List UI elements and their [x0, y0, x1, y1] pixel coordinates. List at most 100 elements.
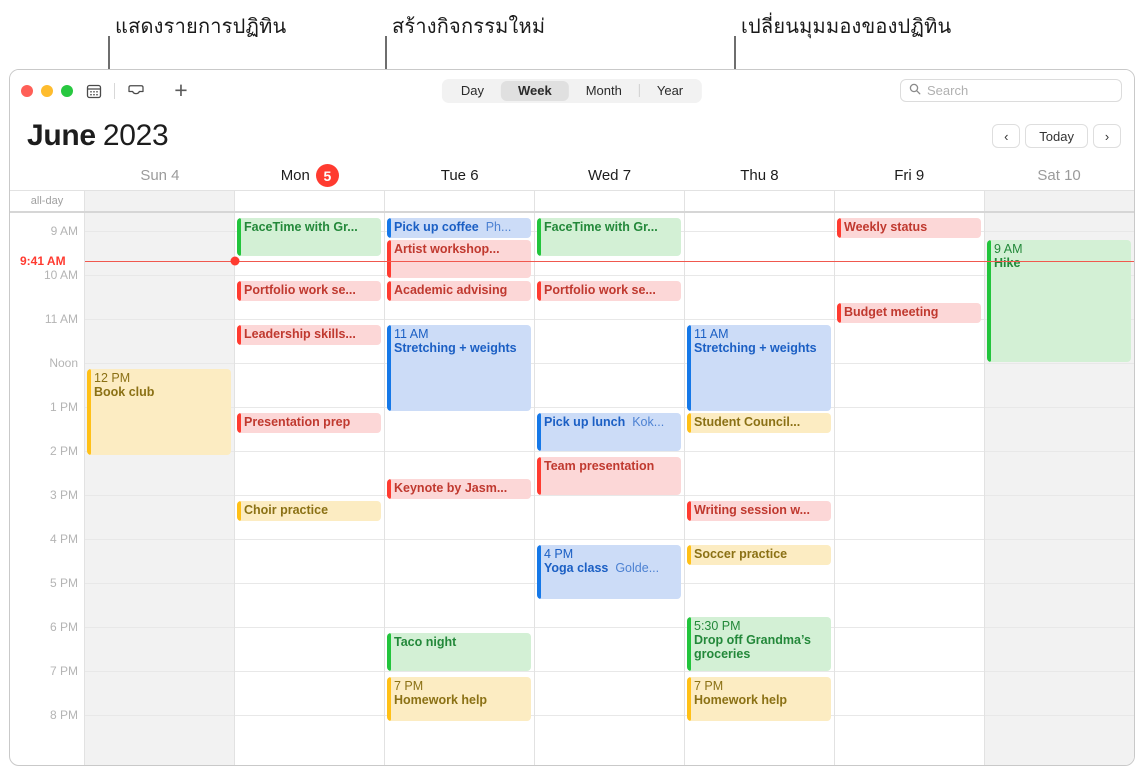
calendar-event[interactable]: 5:30 PM Drop off Grandma’s groceries [687, 617, 831, 671]
time-label-10: 7 PM [49, 664, 78, 678]
day-column-0[interactable]: 12 PM Book club [85, 213, 235, 765]
time-label-5: 2 PM [49, 444, 78, 458]
hour-gridline [85, 495, 234, 496]
calendar-event[interactable]: Student Council... [687, 413, 831, 433]
calendar-event[interactable]: Artist workshop... [387, 240, 531, 278]
hour-gridline [685, 319, 834, 320]
today-date-badge: 5 [315, 164, 339, 187]
event-title: Keynote by Jasm... [394, 481, 508, 495]
hour-gridline [535, 451, 684, 452]
day-column-6[interactable]: 9 AM Hike [985, 213, 1134, 765]
calendar-event[interactable]: 9 AM Hike [987, 240, 1131, 362]
calendar-event[interactable]: Writing session w... [687, 501, 831, 521]
hour-gridline [85, 319, 234, 320]
all-day-cell-5[interactable] [835, 191, 985, 211]
all-day-cell-2[interactable] [385, 191, 535, 211]
event-title: Yoga class [544, 561, 609, 575]
calendar-event[interactable]: 11 AM Stretching + weights [387, 325, 531, 411]
next-week-button[interactable]: › [1093, 124, 1121, 148]
event-time: 11 AM [394, 327, 429, 341]
day-column-5[interactable]: Weekly status Budget meeting [835, 213, 985, 765]
calendar-event[interactable]: Pick up lunch Kok... [537, 413, 681, 451]
calendar-event[interactable]: Soccer practice [687, 545, 831, 565]
current-time-dot [230, 256, 240, 266]
event-title: Artist workshop... [394, 242, 500, 256]
day-column-2[interactable]: Pick up coffee Ph... Artist workshop... Ac… [385, 213, 535, 765]
time-label-7: 4 PM [49, 532, 78, 546]
calendar-event[interactable]: Portfolio work se... [537, 281, 681, 301]
event-title: Drop off Grandma’s groceries [694, 633, 811, 661]
hour-gridline [835, 275, 984, 276]
inbox-icon[interactable] [123, 78, 149, 104]
calendar-event[interactable]: Academic advising [387, 281, 531, 301]
tab-year[interactable]: Year [640, 81, 700, 101]
event-title: Soccer practice [694, 547, 788, 561]
hour-gridline [85, 627, 234, 628]
year-label: 2023 [102, 119, 169, 152]
calendar-event[interactable]: FaceTime with Gr... [237, 218, 381, 256]
event-location: Ph... [478, 220, 512, 234]
hour-gridline [385, 583, 534, 584]
minimize-button[interactable] [41, 84, 53, 97]
event-time: 11 AM [694, 327, 729, 341]
hour-gridline [535, 627, 684, 628]
all-day-cell-4[interactable] [685, 191, 835, 211]
add-event-button[interactable]: + [171, 79, 191, 102]
calendar-event[interactable]: 12 PM Book club [87, 369, 231, 455]
calendar-event[interactable]: Weekly status [837, 218, 981, 238]
event-title: Student Council... [694, 415, 801, 429]
previous-week-button[interactable]: ‹ [992, 124, 1021, 148]
calendar-event[interactable]: Pick up coffee Ph... [387, 218, 531, 238]
calendar-event[interactable]: Team presentation [537, 457, 681, 495]
calendar-event[interactable]: 7 PM Homework help [387, 677, 531, 721]
tab-day[interactable]: Day [444, 81, 501, 101]
day-column-4[interactable]: 11 AM Stretching + weights Student Council… [685, 213, 835, 765]
all-day-cell-1[interactable] [235, 191, 385, 211]
hour-gridline [385, 451, 534, 452]
close-button[interactable] [21, 84, 33, 97]
day-header-2[interactable]: Tue 6 [385, 161, 535, 190]
calendar-event[interactable]: Portfolio work se... [237, 281, 381, 301]
calendar-event[interactable]: Presentation prep [237, 413, 381, 433]
calendar-event[interactable]: 7 PM Homework help [687, 677, 831, 721]
hour-gridline [985, 451, 1134, 452]
search-input[interactable]: Search [900, 79, 1122, 102]
day-header-4[interactable]: Thu 8 [684, 161, 834, 190]
month-label: June [27, 119, 96, 152]
day-column-3[interactable]: FaceTime with Gr... Portfolio work se... P… [535, 213, 685, 765]
time-label-8: 5 PM [49, 576, 78, 590]
calendar-icon[interactable] [81, 78, 107, 104]
day-header-label: Mon [280, 167, 310, 184]
all-day-cell-6[interactable] [985, 191, 1134, 211]
zoom-button[interactable] [61, 84, 73, 97]
calendar-event[interactable]: Taco night [387, 633, 531, 671]
all-day-cell-0[interactable] [85, 191, 235, 211]
hour-gridline [685, 539, 834, 540]
calendar-event[interactable]: Keynote by Jasm... [387, 479, 531, 499]
time-label-2: 11 AM [44, 312, 78, 326]
calendar-event[interactable]: 4 PM Yoga class Golde... [537, 545, 681, 599]
calendar-event[interactable]: Leadership skills... [237, 325, 381, 345]
calendar-event[interactable]: FaceTime with Gr... [537, 218, 681, 256]
event-title: Portfolio work se... [544, 283, 656, 297]
tab-month[interactable]: Month [569, 81, 639, 101]
time-label-1: 10 AM [43, 268, 78, 282]
hour-gridline [535, 319, 684, 320]
event-title: Book club [94, 385, 155, 399]
day-header-1[interactable]: Mon 5 [235, 161, 385, 190]
today-button[interactable]: Today [1025, 124, 1088, 148]
tab-week[interactable]: Week [500, 80, 569, 101]
day-header-0[interactable]: Sun 4 [85, 161, 235, 190]
day-header-6[interactable]: Sat 10 [984, 161, 1134, 190]
hour-gridline [535, 715, 684, 716]
calendar-event[interactable]: Budget meeting [837, 303, 981, 323]
day-header-5[interactable]: Fri 9 [834, 161, 984, 190]
callout-annotations: แสดงรายการปฏิทิน สร้างกิจกรรมใหม่ เปลี่ย… [0, 0, 1144, 89]
event-time: 5:30 PM [694, 619, 741, 633]
all-day-cell-3[interactable] [535, 191, 685, 211]
day-header-3[interactable]: Wed 7 [535, 161, 685, 190]
calendar-event[interactable]: 11 AM Stretching + weights [687, 325, 831, 411]
hour-gridline [235, 583, 384, 584]
calendar-event[interactable]: Choir practice [237, 501, 381, 521]
day-column-1[interactable]: FaceTime with Gr... Portfolio work se... L… [235, 213, 385, 765]
